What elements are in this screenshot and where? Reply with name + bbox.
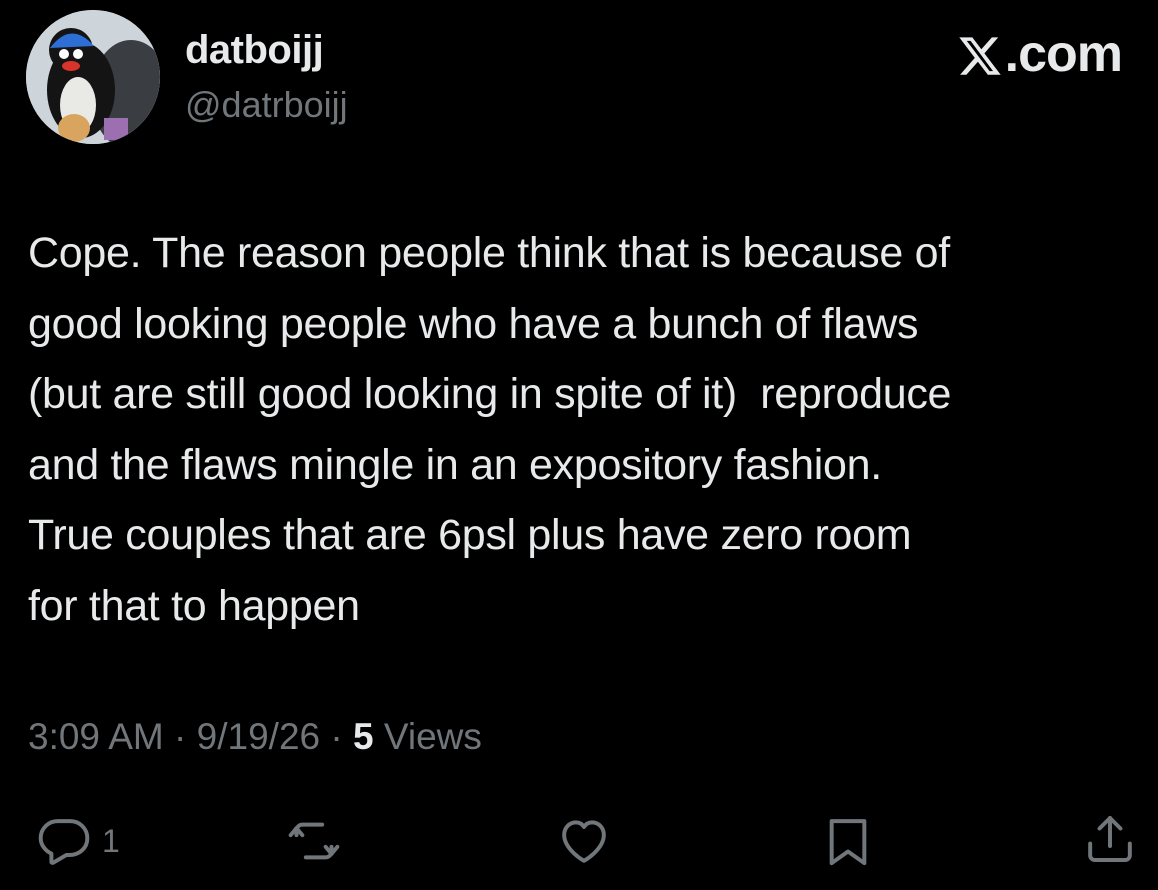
user-handle[interactable]: @datrboijj: [185, 84, 348, 126]
views-count[interactable]: 5: [353, 716, 374, 757]
tweet-text: Cope. The reason people think that is be…: [28, 229, 952, 630]
avatar[interactable]: [26, 10, 160, 144]
tweet-date[interactable]: 9/19/26: [197, 716, 320, 757]
display-name[interactable]: datboijj: [185, 28, 324, 73]
reply-button[interactable]: 1: [36, 813, 120, 869]
brand-label: .com: [1004, 25, 1123, 83]
reply-icon: [38, 819, 90, 865]
bookmark-icon: [829, 819, 867, 866]
share-icon: [1088, 816, 1132, 862]
share-button[interactable]: [1082, 811, 1138, 867]
views-label: Views: [373, 716, 482, 757]
repost-icon: [288, 822, 340, 860]
repost-button[interactable]: [286, 813, 342, 869]
action-bar: 1: [0, 805, 1158, 875]
tweet-time[interactable]: 3:09 AM: [28, 716, 164, 757]
like-button[interactable]: [556, 813, 612, 869]
tweet-meta: 3:09 AM · 9/19/26 · 5 Views: [28, 716, 482, 758]
brand-watermark: .com: [957, 24, 1123, 84]
reply-count: 1: [102, 822, 120, 859]
meta-separator: ·: [320, 716, 353, 757]
x-logo-icon: [958, 37, 1001, 75]
meta-separator: ·: [163, 716, 197, 757]
heart-icon: [562, 820, 606, 863]
bookmark-button[interactable]: [820, 813, 876, 869]
avatar-image: [26, 10, 160, 144]
